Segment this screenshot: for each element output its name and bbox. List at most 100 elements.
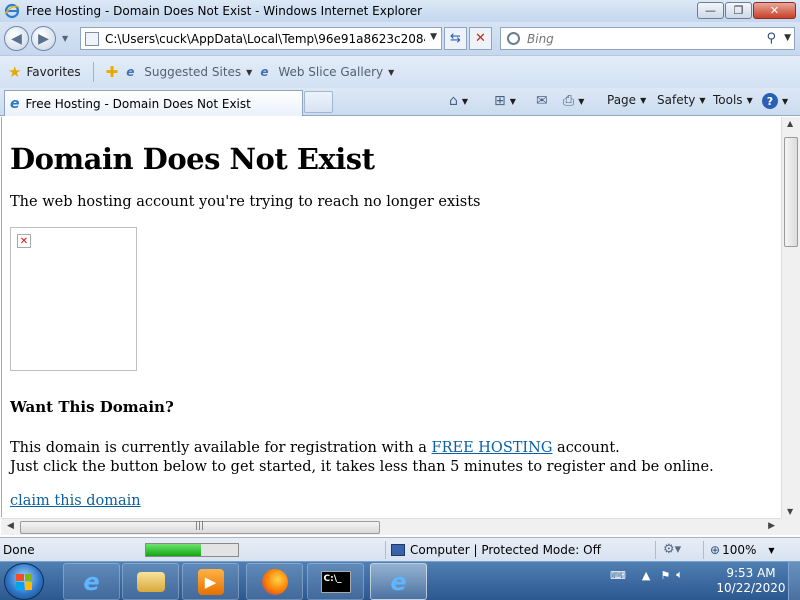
tab-bar: e Free Hosting - Domain Does Not Exist ⌂… <box>0 88 800 116</box>
page-menu[interactable]: Page ▼ <box>607 93 646 107</box>
maximize-button[interactable]: ❐ <box>725 2 752 19</box>
new-tab-button[interactable] <box>304 91 333 113</box>
show-hidden-icons-icon[interactable]: ▲ <box>642 569 650 582</box>
search-dropdown-icon[interactable]: ▼ <box>784 33 791 43</box>
page-heading: Domain Does Not Exist <box>10 142 375 176</box>
recent-pages-dropdown[interactable]: ▼ <box>62 34 68 43</box>
print-button[interactable]: ⎙ ▼ <box>563 93 584 109</box>
taskbar-firefox[interactable] <box>246 563 303 600</box>
scroll-down-icon[interactable]: ▼ <box>787 507 793 516</box>
address-bar[interactable]: C:\Users\cuck\AppData\Local\Temp\96e91a8… <box>80 27 442 50</box>
chevron-down-icon: ▼ <box>699 95 706 105</box>
stop-button[interactable]: ✕ <box>469 27 492 50</box>
printer-icon: ⎙ <box>563 93 575 109</box>
addons-icon[interactable]: ⚙▾ <box>663 542 681 557</box>
ie-page-icon: e <box>260 65 269 79</box>
clock-time: 9:53 AM <box>726 566 776 580</box>
chevron-down-icon: ▼ <box>746 95 753 105</box>
taskbar-media-player[interactable]: ▶ <box>182 563 239 600</box>
page-content: Domain Does Not Exist The web hosting ac… <box>1 117 781 517</box>
ie-app-icon <box>4 3 20 19</box>
refresh-button[interactable]: ⇆ <box>444 27 467 50</box>
ie-tab-icon: e <box>10 95 20 112</box>
scrollbar-corner <box>781 518 800 535</box>
scroll-up-icon[interactable]: ▲ <box>787 119 793 128</box>
title-bar: Free Hosting - Domain Does Not Exist - W… <box>0 0 800 22</box>
favorites-separator <box>92 62 94 82</box>
status-separator <box>703 541 704 559</box>
internet-explorer-icon: e <box>83 567 100 596</box>
back-button[interactable]: ◀ <box>4 26 29 51</box>
status-separator <box>655 541 656 559</box>
ie-page-icon: e <box>126 65 135 79</box>
volume-icon[interactable]: 🔈︎ <box>676 568 683 582</box>
page-icon <box>85 31 99 46</box>
claim-domain-link[interactable]: claim this domain <box>10 493 773 509</box>
feeds-button[interactable]: ⊞ ▼ <box>494 93 516 109</box>
safety-menu-label: Safety <box>657 93 696 107</box>
search-box[interactable]: ⚲ ▼ <box>500 27 795 50</box>
security-zone[interactable]: Computer | Protected Mode: Off <box>391 543 601 557</box>
back-arrow-icon: ◀ <box>11 30 22 47</box>
help-button[interactable]: ? ▼ <box>762 93 788 109</box>
system-tray: ⌨ ▲ ⚑ 🔈︎ <box>610 568 683 582</box>
broken-image-icon: ✕ <box>17 234 31 248</box>
suggested-sites-label: Suggested Sites <box>144 65 242 79</box>
taskbar-ie-active[interactable]: e <box>370 563 427 600</box>
keyboard-icon[interactable]: ⌨ <box>610 569 626 582</box>
favorites-star-icon: ★ <box>8 63 22 81</box>
mail-icon: ✉ <box>536 93 548 109</box>
free-hosting-link[interactable]: FREE HOSTING <box>432 440 553 456</box>
status-bar: Done Computer | Protected Mode: Off ⚙▾ ⊕… <box>0 537 800 561</box>
chevron-down-icon: ▼ <box>388 67 395 77</box>
body-text: This domain is currently available for r… <box>10 439 773 477</box>
scroll-right-icon[interactable]: ▶ <box>768 521 775 531</box>
zoom-control[interactable]: ⊕ 100% ▼ <box>710 543 775 557</box>
window-controls: — ❐ ✕ <box>696 2 796 19</box>
search-input[interactable] <box>527 31 757 46</box>
taskbar-command-prompt[interactable]: C:\_ <box>307 563 364 600</box>
suggested-sites-button[interactable]: e Suggested Sites ▼ <box>126 65 252 79</box>
web-slice-gallery-button[interactable]: e Web Slice Gallery ▼ <box>260 65 394 79</box>
body-line2: Just click the button below to get start… <box>10 459 714 475</box>
chevron-down-icon: ▼ <box>246 67 253 77</box>
address-url[interactable]: C:\Users\cuck\AppData\Local\Temp\96e91a8… <box>105 32 425 46</box>
home-button[interactable]: ⌂ ▼ <box>449 93 468 109</box>
show-desktop-button[interactable] <box>788 562 800 600</box>
forward-button[interactable]: ▶ <box>31 26 56 51</box>
start-button[interactable] <box>4 563 44 600</box>
horizontal-scrollbar[interactable]: ◀ ||| ▶ <box>1 518 781 535</box>
broken-image: ✕ <box>10 227 137 371</box>
scroll-left-icon[interactable]: ◀ <box>7 521 14 531</box>
address-dropdown-icon[interactable]: ▼ <box>430 32 437 42</box>
favorites-bar: ★ Favorites ✚ e Suggested Sites ▼ e Web … <box>0 55 800 88</box>
read-mail-button[interactable]: ✉ <box>536 93 548 109</box>
minimize-button[interactable]: — <box>697 2 724 19</box>
window-title: Free Hosting - Domain Does Not Exist - W… <box>26 4 423 18</box>
tab-active[interactable]: e Free Hosting - Domain Does Not Exist <box>4 90 303 116</box>
vertical-scrollbar[interactable]: ▲ ▼ <box>781 117 800 518</box>
action-center-flag-icon[interactable]: ⚑ <box>660 569 670 582</box>
add-to-favorites-bar-icon[interactable]: ✚ <box>106 63 119 81</box>
safety-menu[interactable]: Safety ▼ <box>657 93 706 107</box>
taskbar-ie-pinned[interactable]: e <box>63 563 120 600</box>
chevron-down-icon: ▼ <box>509 96 516 106</box>
close-window-button[interactable]: ✕ <box>753 2 796 19</box>
home-icon: ⌂ <box>449 93 458 109</box>
tools-menu-label: Tools <box>713 93 743 107</box>
search-icon[interactable]: ⚲ <box>766 31 776 46</box>
vertical-scroll-thumb[interactable] <box>784 137 798 247</box>
body-line1-prefix: This domain is currently available for r… <box>10 440 432 456</box>
favorites-button[interactable]: ★ Favorites <box>8 63 81 81</box>
tools-menu[interactable]: Tools ▼ <box>713 93 753 107</box>
folder-icon <box>136 571 165 592</box>
help-icon: ? <box>762 93 778 109</box>
bing-search-icon <box>507 32 520 45</box>
rss-feed-icon: ⊞ <box>494 93 506 109</box>
tab-label: Free Hosting - Domain Does Not Exist <box>25 96 251 111</box>
clock[interactable]: 9:53 AM 10/22/2020 <box>706 566 796 596</box>
taskbar-explorer[interactable] <box>122 563 179 600</box>
security-zone-label: Computer | Protected Mode: Off <box>410 543 601 557</box>
horizontal-scroll-thumb[interactable]: ||| <box>20 521 380 534</box>
status-separator <box>385 541 386 559</box>
